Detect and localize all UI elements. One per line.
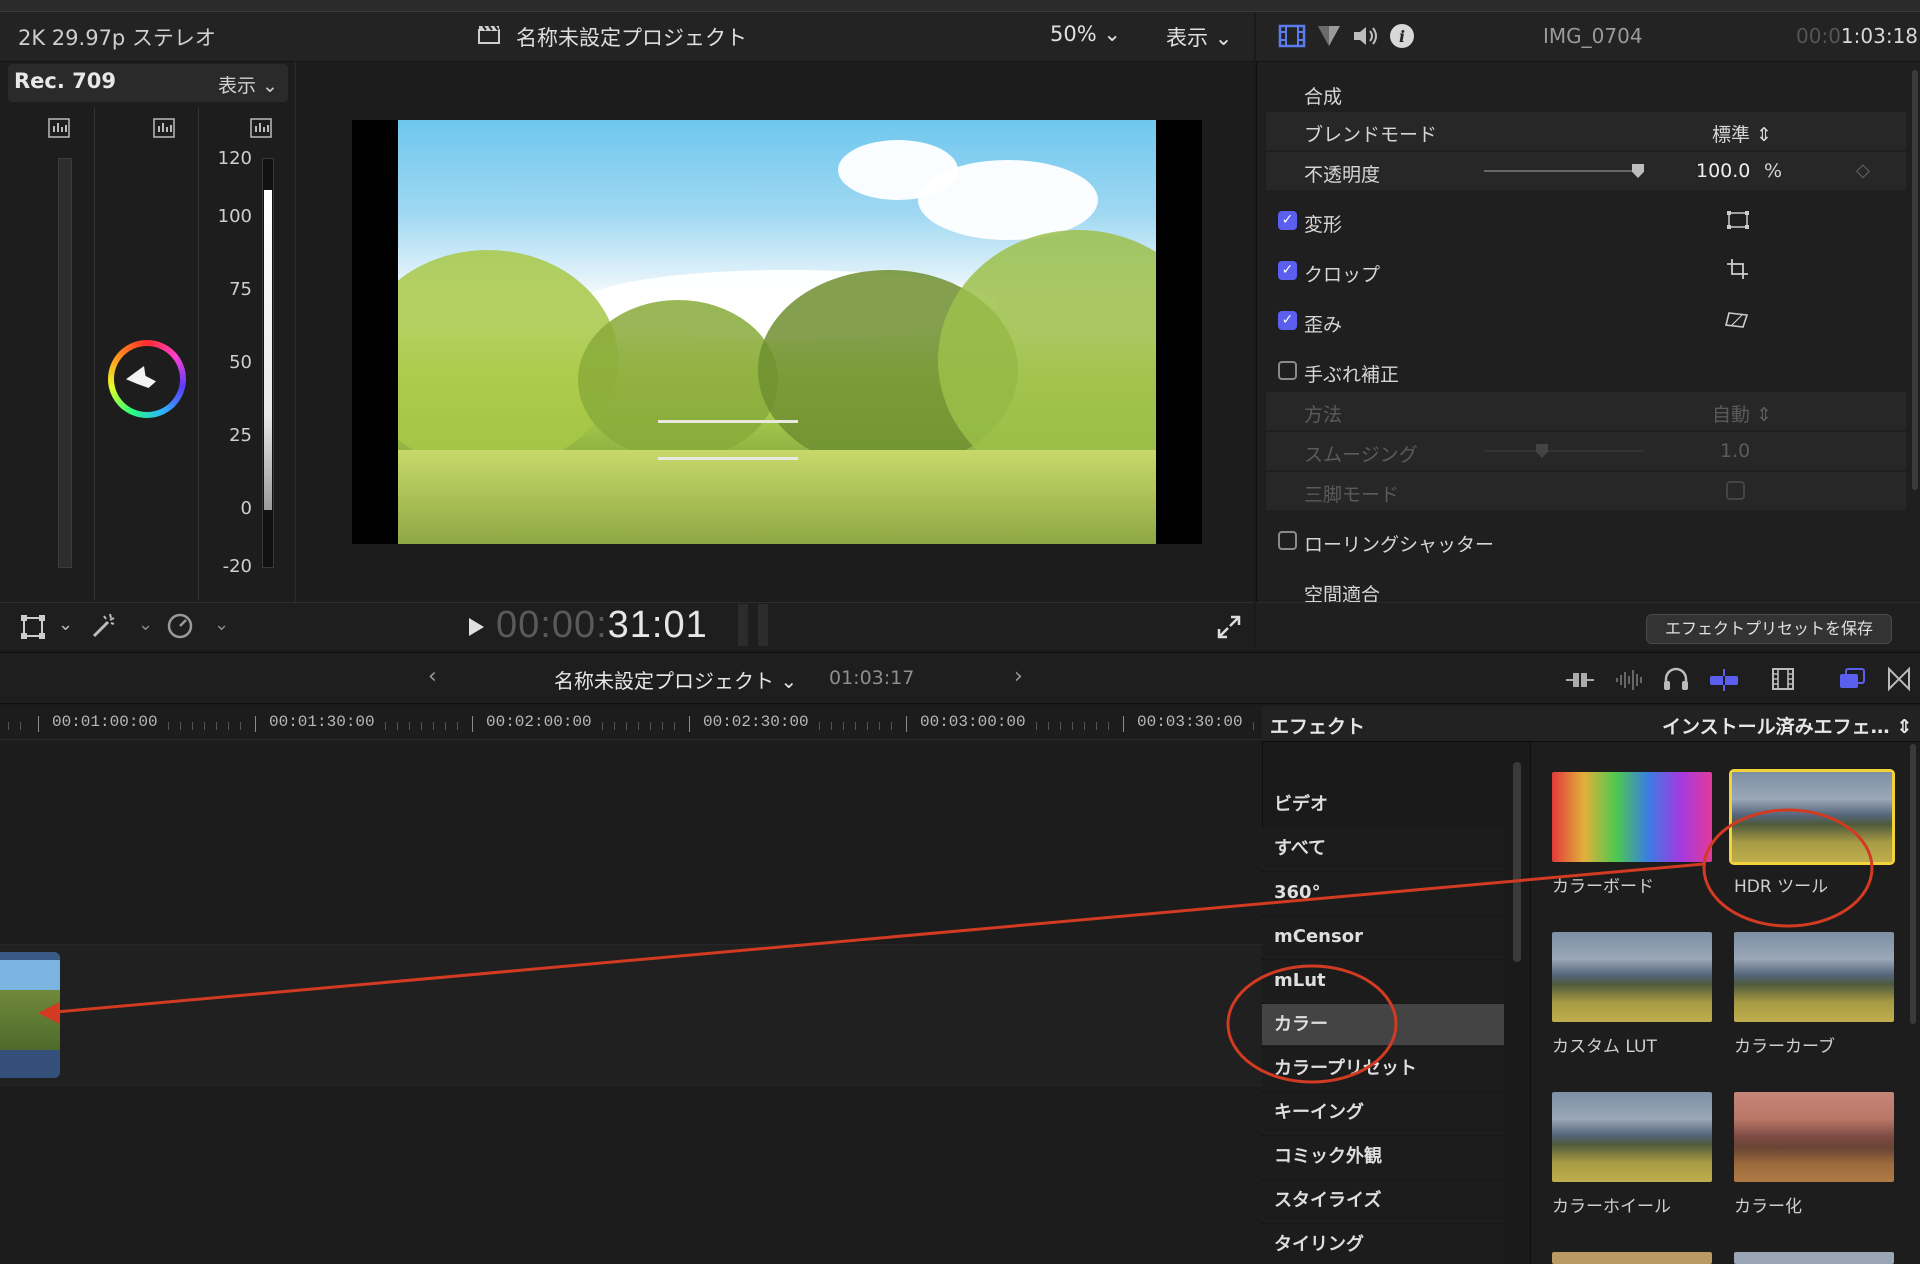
annotation-arrow-line (55, 862, 1705, 1014)
annotation-overlay (38, 808, 1874, 1084)
annotation-arrow-head (38, 1002, 60, 1024)
annotation-circle-color (1226, 964, 1398, 1084)
annotation-circle-hdr (1702, 808, 1874, 928)
